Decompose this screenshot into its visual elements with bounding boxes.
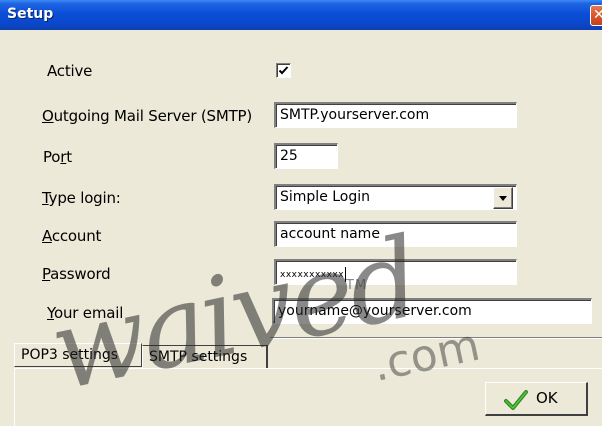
email-label-rest: our email	[53, 304, 124, 322]
checkmark-icon	[278, 66, 289, 75]
account-label: Account	[42, 227, 101, 245]
title-bar[interactable]: Setup ✕	[0, 0, 602, 30]
password-value: xxxxxxxxxxx	[280, 270, 345, 280]
login-type-label: Type login:	[42, 189, 121, 207]
tab-strip-highlight	[270, 338, 602, 339]
setup-window: Setup ✕ Active Outgoing Mail Server (SMT…	[0, 0, 602, 426]
password-label: Password	[42, 265, 111, 283]
tab-pop3-settings[interactable]: POP3 settings	[14, 343, 142, 367]
email-input[interactable]: yourname@yourserver.com	[272, 298, 592, 324]
close-icon: ✕	[593, 7, 602, 23]
login-type-dropdown-button[interactable]	[493, 187, 513, 209]
password-label-rest: assword	[50, 265, 111, 283]
port-label-pre: Po	[43, 148, 61, 166]
close-button[interactable]: ✕	[590, 5, 602, 26]
active-label: Active	[47, 62, 93, 80]
account-label-key: A	[42, 227, 52, 245]
smtp-server-label: Outgoing Mail Server (SMTP)	[42, 107, 252, 125]
password-input[interactable]: xxxxxxxxxxx	[274, 259, 517, 285]
ok-label: OK	[536, 389, 558, 407]
account-input[interactable]: account name	[274, 221, 517, 247]
smtp-server-input[interactable]: SMTP.yourserver.com	[274, 102, 517, 128]
login-type-label-rest: ype login:	[48, 189, 121, 207]
green-check-icon	[504, 390, 528, 410]
port-label-rest: t	[66, 148, 72, 166]
ok-button[interactable]: OK	[485, 382, 588, 416]
tab-smtp-settings[interactable]: SMTP settings	[142, 345, 268, 369]
email-label-key: Y	[47, 304, 54, 322]
smtp-server-label-rest: utgoing Mail Server (SMTP)	[53, 107, 253, 125]
chevron-down-icon	[499, 196, 507, 201]
password-label-key: P	[42, 265, 51, 283]
port-input[interactable]: 25	[274, 143, 338, 169]
login-type-selected: Simple Login	[280, 189, 371, 205]
email-label: Your email	[47, 304, 123, 322]
port-label: Port	[43, 148, 72, 166]
account-label-rest: ccount	[51, 227, 102, 245]
text-cursor	[345, 267, 347, 282]
login-type-select[interactable]: Simple Login	[274, 184, 517, 210]
smtp-server-label-key: O	[42, 107, 54, 125]
active-checkbox[interactable]	[276, 63, 291, 78]
login-type-label-key: T	[42, 189, 49, 207]
window-title: Setup	[7, 6, 54, 22]
